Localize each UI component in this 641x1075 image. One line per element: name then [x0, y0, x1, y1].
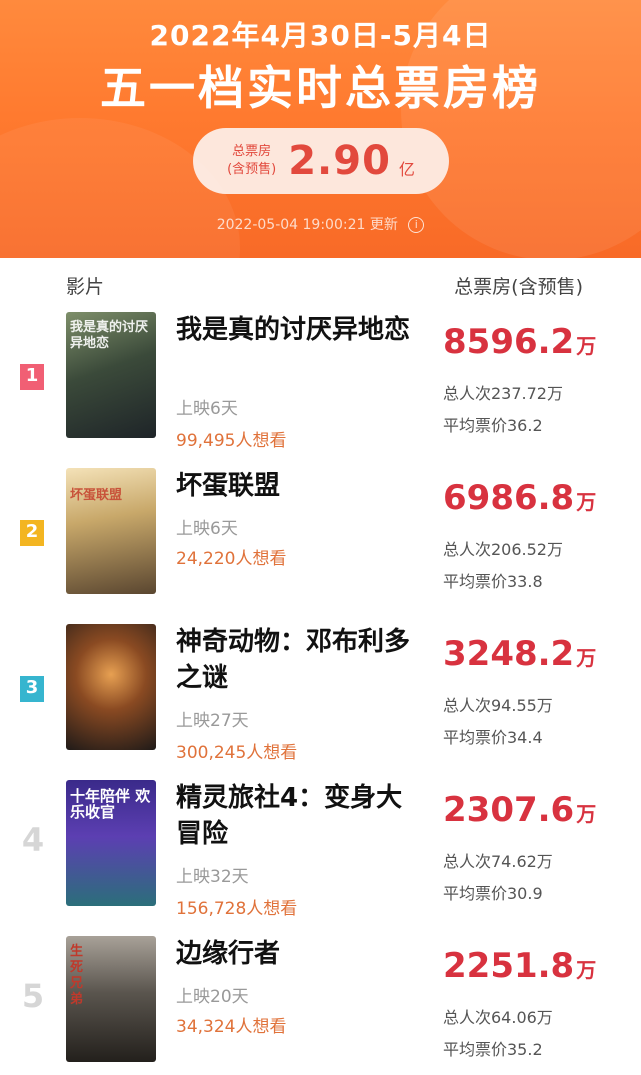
want-to-see-count: 24,220人想看 [176, 549, 287, 569]
date-range: 2022年4月30日-5月4日 [149, 19, 492, 52]
rank-badge: 2 [20, 520, 44, 546]
poster-title-art: 生死兄弟 [70, 944, 84, 1007]
release-days: 上映20天 [176, 987, 249, 1007]
want-to-see-count: 34,324人想看 [176, 1017, 287, 1037]
total-audience: 总人次74.62万 [443, 852, 553, 871]
rank-number: 4 [21, 821, 45, 859]
average-price: 平均票价36.2 [443, 416, 543, 435]
want-to-see-count: 300,245人想看 [176, 743, 298, 763]
movie-poster[interactable] [66, 624, 156, 750]
total-label-line2: (含预售) [227, 162, 277, 177]
box-office-unit: 万 [576, 646, 597, 670]
movie-row[interactable]: 1 我是真的讨厌异地恋 我是真的讨厌异地恋 上映6天 99,495人想看 859… [0, 312, 641, 468]
movie-row[interactable]: 3 神奇动物：邓布利多之谜 上映27天 300,245人想看 3248.2 万 总… [0, 624, 641, 780]
total-label-line1: 总票房 [232, 144, 272, 159]
update-time-text: 2022-05-04 19:00:21 更新 [216, 217, 398, 233]
movie-title[interactable]: 我是真的讨厌异地恋 [176, 312, 426, 348]
box-office-unit: 万 [576, 958, 597, 982]
info-icon[interactable]: i [408, 217, 425, 233]
box-office-number: 2307.6 [443, 790, 575, 830]
box-office-unit: 万 [576, 334, 597, 358]
release-days: 上映6天 [176, 399, 238, 419]
average-price: 平均票价35.2 [443, 1040, 543, 1059]
total-audience: 总人次64.06万 [443, 1008, 553, 1027]
poster-title-art: 坏蛋联盟 [70, 488, 123, 503]
movie-row[interactable]: 2 坏蛋联盟 坏蛋联盟 上映6天 24,220人想看 6986.8 万 总人次20… [0, 468, 641, 624]
movie-title[interactable]: 坏蛋联盟 [176, 468, 426, 504]
update-time: 2022-05-04 19:00:21 更新 i [0, 214, 641, 234]
total-unit: 亿 [398, 160, 415, 179]
movie-poster[interactable]: 我是真的讨厌异地恋 [66, 312, 156, 438]
average-price: 平均票价33.8 [443, 572, 543, 591]
box-office-value: 8596.2 万 [443, 322, 596, 362]
movie-row[interactable]: 5 生死兄弟 边缘行者 上映20天 34,324人想看 2251.8 万 总人次6… [0, 936, 641, 1075]
header-banner: 2022年4月30日-5月4日 五一档实时总票房榜 总票房 (含预售) 2.90… [0, 0, 641, 258]
movie-title[interactable]: 边缘行者 [176, 936, 426, 972]
release-days: 上映32天 [176, 867, 249, 887]
average-price: 平均票价34.4 [443, 728, 543, 747]
box-office-number: 8596.2 [443, 322, 575, 362]
movie-row[interactable]: 4 十年陪伴 欢乐收官 精灵旅社4：变身大冒险 上映32天 156,728人想看… [0, 780, 641, 936]
movie-title[interactable]: 神奇动物：邓布利多之谜 [176, 624, 426, 696]
rank-number: 5 [21, 977, 45, 1015]
box-office-number: 2251.8 [443, 946, 575, 986]
total-audience: 总人次237.72万 [443, 384, 563, 403]
rank-badge: 3 [20, 676, 44, 702]
movie-poster[interactable]: 坏蛋联盟 [66, 468, 156, 594]
box-office-number: 3248.2 [443, 634, 575, 674]
want-to-see-count: 99,495人想看 [176, 431, 287, 451]
total-label: 总票房 (含预售) [227, 143, 276, 179]
box-office-value: 2307.6 万 [443, 790, 596, 830]
box-office-value: 3248.2 万 [443, 634, 596, 674]
release-days: 上映6天 [176, 519, 238, 539]
average-price: 平均票价30.9 [443, 884, 543, 903]
column-header-box-office: 总票房(含预售) [454, 276, 583, 298]
total-box-office-pill: 总票房 (含预售) 2.90 亿 [193, 128, 449, 194]
release-days: 上映27天 [176, 711, 249, 731]
poster-title-art: 我是真的讨厌异地恋 [70, 320, 149, 351]
rank-badge: 1 [20, 364, 44, 390]
movie-poster[interactable]: 生死兄弟 [66, 936, 156, 1062]
column-header-film: 影片 [66, 276, 105, 298]
poster-title-art: 十年陪伴 欢乐收官 [70, 787, 151, 821]
want-to-see-count: 156,728人想看 [176, 899, 298, 919]
movie-title[interactable]: 精灵旅社4：变身大冒险 [176, 780, 426, 852]
total-audience: 总人次94.55万 [443, 696, 553, 715]
movie-poster[interactable]: 十年陪伴 欢乐收官 [66, 780, 156, 906]
total-value: 2.90 [288, 138, 391, 184]
box-office-value: 2251.8 万 [443, 946, 596, 986]
box-office-value: 6986.8 万 [443, 478, 596, 518]
page-title: 五一档实时总票房榜 [100, 61, 541, 115]
box-office-unit: 万 [576, 490, 597, 514]
box-office-unit: 万 [576, 802, 597, 826]
box-office-number: 6986.8 [443, 478, 575, 518]
total-audience: 总人次206.52万 [443, 540, 563, 559]
